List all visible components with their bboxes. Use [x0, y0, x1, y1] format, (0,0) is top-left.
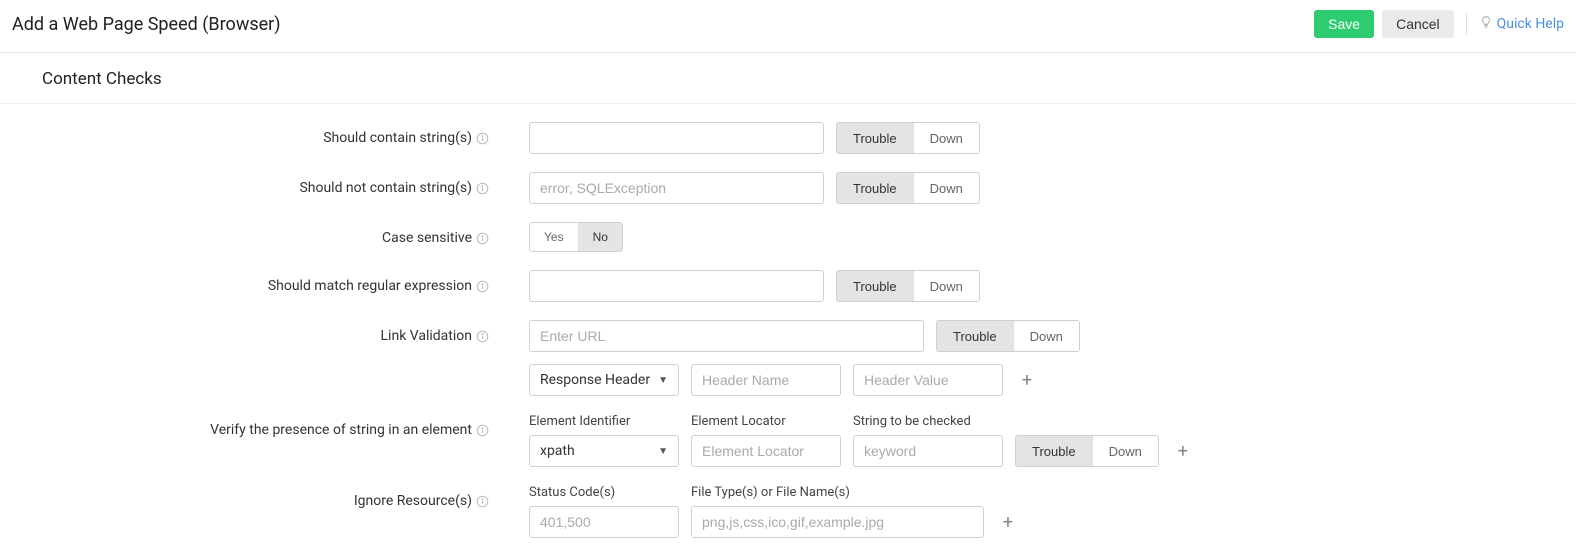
down-option[interactable]: Down — [914, 173, 979, 203]
regex-input[interactable] — [529, 270, 824, 302]
no-option[interactable]: No — [579, 223, 622, 251]
label-should-not-contain: Should not contain string(s) — [299, 180, 472, 196]
caret-down-icon: ▼ — [658, 446, 668, 457]
info-icon[interactable] — [476, 182, 489, 195]
down-option[interactable]: Down — [914, 271, 979, 301]
section-title: Content Checks — [0, 53, 1576, 104]
row-verify-string: Verify the presence of string in an elem… — [0, 414, 1576, 467]
row-should-contain: Should contain string(s) Trouble Down — [0, 122, 1576, 154]
header-value-input[interactable] — [853, 364, 1003, 396]
row-ignore-resources: Ignore Resource(s) Status Code(s) File T… — [0, 485, 1576, 538]
header-name-input[interactable] — [691, 364, 841, 396]
keyword-input[interactable] — [853, 435, 1003, 467]
yes-option[interactable]: Yes — [530, 223, 579, 251]
cancel-button[interactable]: Cancel — [1382, 10, 1454, 38]
info-icon[interactable] — [476, 330, 489, 343]
label-regex: Should match regular expression — [268, 278, 472, 294]
info-icon[interactable] — [476, 424, 489, 437]
add-header-button[interactable]: + — [1015, 368, 1039, 392]
should-not-contain-input[interactable] — [529, 172, 824, 204]
trouble-option[interactable]: Trouble — [837, 271, 914, 301]
file-types-input[interactable] — [691, 506, 984, 538]
row-regex: Should match regular expression Trouble … — [0, 270, 1576, 302]
label-verify-string: Verify the presence of string in an elem… — [210, 422, 472, 438]
row-case-sensitive: Case sensitive Yes No — [0, 222, 1576, 252]
trouble-option[interactable]: Trouble — [837, 123, 914, 153]
sublabel-status-codes: Status Code(s) — [529, 485, 679, 500]
link-alert-toggle: Trouble Down — [936, 320, 1080, 352]
form-area: Should contain string(s) Trouble Down Sh… — [0, 104, 1576, 538]
response-header-select[interactable]: Response Header ▼ — [529, 364, 679, 396]
down-option[interactable]: Down — [914, 123, 979, 153]
sublabel-string-checked: String to be checked — [853, 414, 1003, 429]
page-title: Add a Web Page Speed (Browser) — [12, 14, 281, 35]
page-header: Add a Web Page Speed (Browser) Save Canc… — [0, 0, 1576, 53]
should-contain-input[interactable] — [529, 122, 824, 154]
quick-help-label: Quick Help — [1497, 16, 1564, 32]
select-value: xpath — [540, 443, 575, 459]
should-contain-alert-toggle: Trouble Down — [836, 122, 980, 154]
element-identifier-select[interactable]: xpath ▼ — [529, 435, 679, 467]
trouble-option[interactable]: Trouble — [837, 173, 914, 203]
trouble-option[interactable]: Trouble — [937, 321, 1014, 351]
case-sensitive-toggle: Yes No — [529, 222, 623, 252]
sublabel-element-locator: Element Locator — [691, 414, 841, 429]
header-actions: Save Cancel Quick Help — [1314, 10, 1564, 38]
row-link-validation: Link Validation Trouble Down Response He… — [0, 320, 1576, 396]
plus-icon: + — [1003, 512, 1013, 533]
info-icon[interactable] — [476, 495, 489, 508]
plus-icon: + — [1022, 370, 1032, 391]
save-button[interactable]: Save — [1314, 10, 1374, 38]
element-locator-input[interactable] — [691, 435, 841, 467]
down-option[interactable]: Down — [1014, 321, 1079, 351]
info-icon[interactable] — [476, 280, 489, 293]
label-case-sensitive: Case sensitive — [382, 230, 472, 246]
status-codes-input[interactable] — [529, 506, 679, 538]
row-should-not-contain: Should not contain string(s) Trouble Dow… — [0, 172, 1576, 204]
add-ignore-button[interactable]: + — [996, 510, 1020, 534]
caret-down-icon: ▼ — [658, 375, 668, 386]
separator — [1466, 14, 1467, 34]
add-verify-button[interactable]: + — [1171, 439, 1195, 463]
verify-alert-toggle: Trouble Down — [1015, 435, 1159, 467]
label-ignore-resources: Ignore Resource(s) — [354, 493, 472, 509]
info-icon[interactable] — [476, 232, 489, 245]
trouble-option[interactable]: Trouble — [1016, 436, 1093, 466]
label-should-contain: Should contain string(s) — [323, 130, 472, 146]
sublabel-element-identifier: Element Identifier — [529, 414, 679, 429]
select-value: Response Header — [540, 372, 650, 388]
lightbulb-icon — [1479, 15, 1493, 33]
down-option[interactable]: Down — [1093, 436, 1158, 466]
label-link-validation: Link Validation — [381, 328, 472, 344]
should-not-contain-alert-toggle: Trouble Down — [836, 172, 980, 204]
regex-alert-toggle: Trouble Down — [836, 270, 980, 302]
quick-help-link[interactable]: Quick Help — [1479, 15, 1564, 33]
link-url-input[interactable] — [529, 320, 924, 352]
sublabel-file-types: File Type(s) or File Name(s) — [691, 485, 984, 500]
info-icon[interactable] — [476, 132, 489, 145]
plus-icon: + — [1178, 441, 1188, 462]
